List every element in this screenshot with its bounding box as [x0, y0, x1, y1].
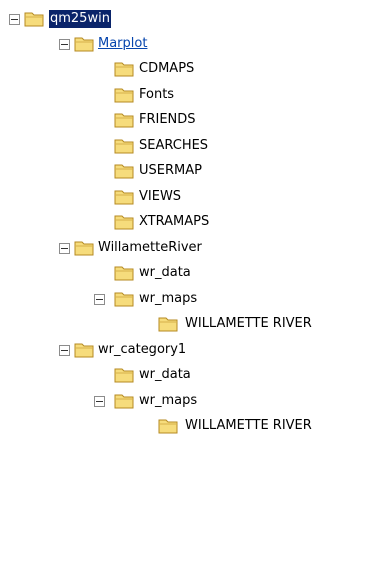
tree-node-wr-maps-1[interactable]: wr_maps	[0, 286, 391, 312]
folder-icon	[114, 213, 134, 230]
tree-label-wr-data[interactable]: wr_data	[138, 264, 192, 282]
folder-tree: qm25win Marplot CDMAPS Fonts FRIENDS SEA…	[0, 0, 391, 579]
tree-label-willamette-river[interactable]: WILLAMETTE RIVER	[184, 315, 313, 333]
folder-icon	[74, 341, 94, 358]
tree-node-willametteriver[interactable]: WillametteRiver	[0, 235, 391, 261]
collapse-toggle-icon[interactable]	[94, 294, 105, 305]
tree-label-views[interactable]: VIEWS	[138, 188, 182, 206]
folder-icon	[114, 188, 134, 205]
folder-icon	[114, 290, 134, 307]
tree-node-usermap[interactable]: USERMAP	[0, 158, 391, 184]
tree-label-usermap[interactable]: USERMAP	[138, 162, 203, 180]
folder-icon	[158, 417, 178, 434]
collapse-toggle-icon[interactable]	[59, 243, 70, 254]
folder-icon	[74, 35, 94, 52]
collapse-toggle-icon[interactable]	[59, 39, 70, 50]
tree-label-fonts[interactable]: Fonts	[138, 86, 175, 104]
tree-node-searches[interactable]: SEARCHES	[0, 133, 391, 159]
folder-icon	[114, 60, 134, 77]
folder-icon	[158, 315, 178, 332]
tree-label-cdmaps[interactable]: CDMAPS	[138, 60, 195, 78]
tree-label-willamette-river[interactable]: WILLAMETTE RIVER	[184, 417, 313, 435]
tree-node-marplot[interactable]: Marplot	[0, 31, 391, 57]
tree-label-willametteriver[interactable]: WillametteRiver	[97, 239, 203, 257]
collapse-toggle-icon[interactable]	[94, 396, 105, 407]
folder-icon	[24, 10, 44, 27]
tree-label-friends[interactable]: FRIENDS	[138, 111, 197, 129]
tree-label-qm25win[interactable]: qm25win	[49, 10, 111, 28]
folder-icon	[114, 392, 134, 409]
tree-node-wr-maps-2[interactable]: wr_maps	[0, 388, 391, 414]
tree-node-cdmaps[interactable]: CDMAPS	[0, 56, 391, 82]
tree-node-wr-data-2[interactable]: wr_data	[0, 362, 391, 388]
tree-node-fonts[interactable]: Fonts	[0, 82, 391, 108]
collapse-toggle-icon[interactable]	[59, 345, 70, 356]
folder-icon	[114, 366, 134, 383]
collapse-toggle-icon[interactable]	[9, 14, 20, 25]
folder-icon	[114, 86, 134, 103]
tree-label-xtramaps[interactable]: XTRAMAPS	[138, 213, 210, 231]
tree-label-searches[interactable]: SEARCHES	[138, 137, 209, 155]
tree-node-friends[interactable]: FRIENDS	[0, 107, 391, 133]
tree-node-views[interactable]: VIEWS	[0, 184, 391, 210]
folder-icon	[114, 111, 134, 128]
tree-node-wr-data-1[interactable]: wr_data	[0, 260, 391, 286]
folder-icon	[114, 264, 134, 281]
tree-label-wr-maps[interactable]: wr_maps	[138, 392, 198, 410]
folder-icon	[114, 137, 134, 154]
folder-icon	[114, 162, 134, 179]
tree-label-wr-category1[interactable]: wr_category1	[97, 341, 187, 359]
tree-node-qm25win[interactable]: qm25win	[0, 6, 391, 32]
tree-node-willamette-river-1[interactable]: WILLAMETTE RIVER	[0, 311, 391, 337]
tree-label-wr-data[interactable]: wr_data	[138, 366, 192, 384]
tree-node-willamette-river-2[interactable]: WILLAMETTE RIVER	[0, 413, 391, 439]
folder-icon	[74, 239, 94, 256]
tree-label-marplot[interactable]: Marplot	[97, 35, 148, 53]
tree-label-wr-maps[interactable]: wr_maps	[138, 290, 198, 308]
tree-node-xtramaps[interactable]: XTRAMAPS	[0, 209, 391, 235]
tree-node-wr-category1[interactable]: wr_category1	[0, 337, 391, 363]
